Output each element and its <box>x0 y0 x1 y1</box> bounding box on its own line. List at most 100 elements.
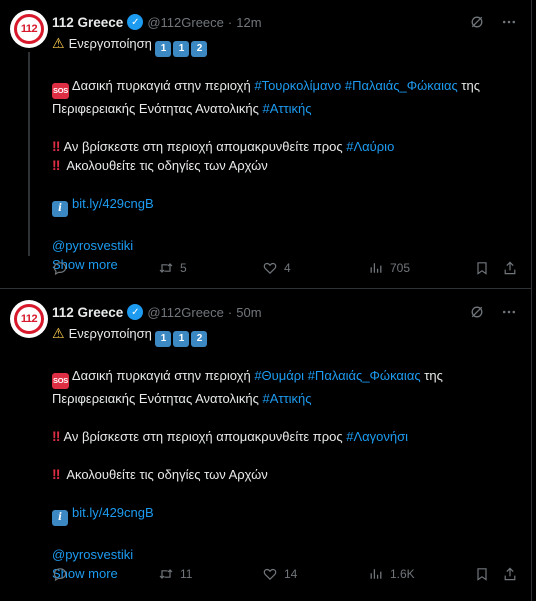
author-handle[interactable]: @112Greece <box>147 15 224 30</box>
info-icon: i <box>52 510 68 526</box>
bookmark-button[interactable] <box>474 566 490 582</box>
grok-icon[interactable] <box>466 12 488 32</box>
views-icon <box>370 263 382 273</box>
avatar-text: 112 <box>20 313 38 325</box>
bookmark-button[interactable] <box>474 260 490 276</box>
evacuate-line: ‼ Αν βρίσκεστε στη περιοχή απομακρυνθείτε… <box>52 427 520 446</box>
hashtag-link[interactable]: #Αττικής <box>263 391 312 406</box>
more-icon[interactable] <box>498 302 520 322</box>
keycap-icon: 1 <box>173 331 190 347</box>
warning-icon: ⚠ <box>52 325 65 341</box>
tweet-actions: 5 4 705 <box>52 258 520 278</box>
separator-dot: · <box>227 14 233 30</box>
link-line: i bit.ly/429cngB <box>52 194 520 217</box>
like-button[interactable]: 14 <box>262 566 297 582</box>
bookmark-icon <box>477 568 487 581</box>
retweet-button[interactable]: 5 <box>158 260 187 276</box>
like-button[interactable]: 4 <box>262 260 291 276</box>
share-button[interactable] <box>502 566 518 582</box>
region-line: Περιφερειακής Ενότητας Ανατολικής #Αττικ… <box>52 389 520 408</box>
retweet-count: 11 <box>180 567 193 581</box>
sos-icon: SOS <box>52 373 69 389</box>
reply-button[interactable] <box>52 566 74 582</box>
grok-icon[interactable] <box>466 302 488 322</box>
keycap-icon: 1 <box>155 41 172 57</box>
tweet-2[interactable]: 112 112 Greece ✓ @112Greece · 50m ⚠ Ενεργ… <box>0 290 532 601</box>
short-link[interactable]: bit.ly/429cngB <box>72 505 154 520</box>
reply-button[interactable] <box>52 260 74 276</box>
follow-text: Ακολουθείτε τις οδηγίες των Αρχών <box>66 467 268 482</box>
reply-icon <box>53 568 67 582</box>
like-icon <box>263 568 277 581</box>
hashtag-link[interactable]: #Παλαιάς_Φώκαιας <box>345 78 458 93</box>
avatar-text: 112 <box>20 23 38 35</box>
tweet-1[interactable]: 112 112 Greece ✓ @112Greece · 12m ⚠ Ενεργ… <box>0 0 532 289</box>
evacuate-text: Αν βρίσκεστε στη περιοχή απομακρυνθείτε … <box>63 429 343 444</box>
share-icon <box>504 567 516 581</box>
share-icon <box>504 261 516 275</box>
hashtag-link[interactable]: #Παλαιάς_Φώκαιας <box>308 368 421 383</box>
hashtag-link[interactable]: #Αττικής <box>263 101 312 116</box>
separator-dot: · <box>227 304 233 320</box>
retweet-icon <box>159 263 173 273</box>
follow-text: Ακολουθείτε τις οδηγίες των Αρχών <box>66 158 268 173</box>
short-link[interactable]: bit.ly/429cngB <box>72 196 154 211</box>
fire-line: SOS Δασική πυρκαγιά στην περιοχή #Τουρκο… <box>52 76 520 99</box>
hashtag-link[interactable]: #Λαύριο <box>346 139 394 154</box>
tweet-time[interactable]: 12m <box>236 15 261 30</box>
author-name[interactable]: 112 Greece <box>52 15 123 30</box>
keycap-icon: 2 <box>191 331 208 347</box>
activation-text: Ενεργοποίηση <box>68 36 152 51</box>
tweet-header: 112 Greece ✓ @112Greece · 12m <box>52 12 520 32</box>
evacuate-text: Αν βρίσκεστε στη περιοχή απομακρυνθείτε … <box>63 139 343 154</box>
author-handle[interactable]: @112Greece <box>147 305 224 320</box>
reply-icon <box>53 262 67 276</box>
avatar[interactable]: 112 <box>10 300 48 338</box>
link-line: i bit.ly/429cngB <box>52 503 520 526</box>
double-exclamation-icon: ‼ <box>52 138 61 154</box>
tweet-actions: 11 14 1.6K <box>52 564 520 584</box>
tweet-top-actions <box>466 302 520 322</box>
activation-line: ⚠ Ενεργοποίηση 112 <box>52 34 520 57</box>
double-exclamation-icon: ‼ <box>52 466 61 482</box>
fire-text: Δασική πυρκαγιά στην περιοχή <box>71 78 251 93</box>
retweet-icon <box>159 569 173 579</box>
tweet-time[interactable]: 50m <box>236 305 261 320</box>
mention-link[interactable]: @pyrosvestiki <box>52 236 520 255</box>
double-exclamation-icon: ‼ <box>52 157 61 173</box>
tweet-top-actions <box>466 12 520 32</box>
fire-line: SOS Δασική πυρκαγιά στην περιοχή #Θυμάρι… <box>52 366 520 389</box>
more-icon[interactable] <box>498 12 520 32</box>
hashtag-link[interactable]: #Θυμάρι <box>254 368 304 383</box>
retweet-button[interactable]: 11 <box>158 566 192 582</box>
retweet-count: 5 <box>180 261 187 275</box>
views-button[interactable]: 1.6K <box>368 566 415 582</box>
avatar-logo: 112 <box>14 14 44 44</box>
activation-text: Ενεργοποίηση <box>68 326 152 341</box>
views-count: 1.6K <box>390 567 415 581</box>
of-the-text: της <box>424 368 443 383</box>
activation-line: ⚠ Ενεργοποίηση 112 <box>52 324 520 347</box>
verified-badge-icon: ✓ <box>127 304 144 320</box>
author-name[interactable]: 112 Greece <box>52 305 123 320</box>
hashtag-link[interactable]: #Λαγονήσι <box>346 429 408 444</box>
views-count: 705 <box>390 261 411 275</box>
sos-icon: SOS <box>52 83 69 99</box>
region-text: Περιφερειακής Ενότητας Ανατολικής <box>52 101 259 116</box>
views-icon <box>370 569 382 579</box>
mention-link[interactable]: @pyrosvestiki <box>52 545 520 564</box>
share-button[interactable] <box>502 260 518 276</box>
views-button[interactable]: 705 <box>368 260 410 276</box>
avatar[interactable]: 112 <box>10 10 48 48</box>
like-icon <box>263 262 277 275</box>
fire-text: Δασική πυρκαγιά στην περιοχή <box>71 368 251 383</box>
hashtag-link[interactable]: #Τουρκολίμανο <box>254 78 341 93</box>
